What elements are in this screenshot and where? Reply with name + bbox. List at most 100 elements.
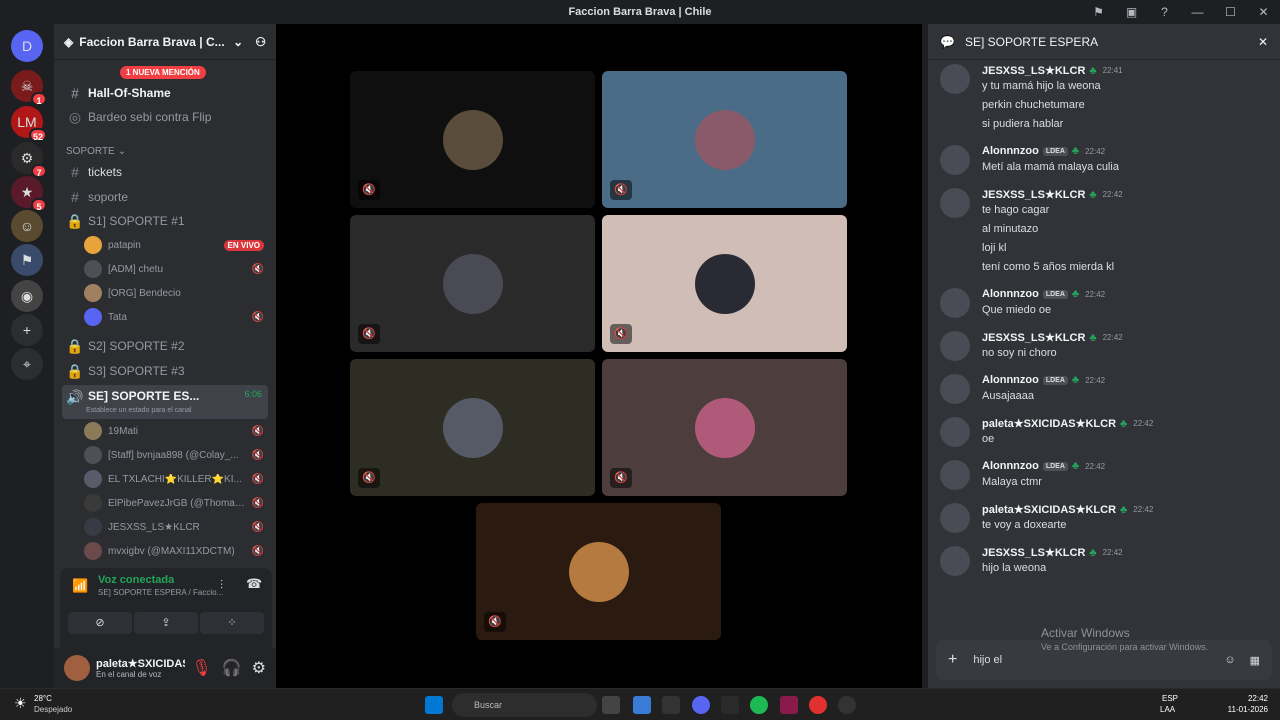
add-attachment-icon[interactable]: +: [948, 651, 957, 669]
message-author[interactable]: paleta★SXICIDAS★KLCR: [982, 503, 1116, 516]
help-icon[interactable]: ?: [1148, 5, 1181, 19]
avatar[interactable]: [64, 655, 90, 681]
camera-button[interactable]: ⊘: [68, 612, 132, 634]
avatar[interactable]: [940, 64, 970, 94]
voice-channel-label[interactable]: SE] SOPORTE ESPERA / Faccio...: [98, 588, 223, 597]
server-icon[interactable]: ⚙ 7: [11, 142, 47, 178]
activities-button[interactable]: ⁘: [200, 612, 264, 634]
server-icon[interactable]: ☺: [11, 210, 43, 242]
channel-soporte-1[interactable]: 🔒 S1] SOPORTE #1: [62, 210, 268, 232]
app-icon[interactable]: [662, 696, 680, 714]
screen-share-button[interactable]: ⇪: [134, 612, 198, 634]
server-icon[interactable]: ☠ 1: [11, 70, 47, 106]
weather-icon[interactable]: ☀: [14, 695, 27, 712]
screen-icon[interactable]: ▣: [1115, 5, 1148, 19]
avatar[interactable]: [940, 145, 970, 175]
channel-tickets[interactable]: # tickets: [62, 161, 268, 183]
participant-tile[interactable]: 🔇: [350, 215, 595, 352]
avatar[interactable]: [940, 331, 970, 361]
participant-tile[interactable]: 🔇: [602, 71, 847, 208]
home-icon[interactable]: D: [11, 30, 43, 62]
message-author[interactable]: JESXSS_LS★KLCR: [982, 64, 1085, 77]
server-header[interactable]: ◈ Faccion Barra Brava | C... ⌄ ⚇: [54, 24, 276, 60]
clan-tag[interactable]: LDEA: [1042, 146, 1068, 156]
add-member-icon[interactable]: ⚇: [255, 35, 266, 49]
voice-user[interactable]: EL TXLACHI⭐KILLER⭐KI... 🔇: [84, 468, 264, 490]
windows-start-icon[interactable]: [425, 696, 443, 714]
channel-soporte-3[interactable]: 🔒 S3] SOPORTE #3: [62, 360, 268, 382]
message-author[interactable]: JESXSS_LS★KLCR: [982, 546, 1085, 559]
inbox-icon[interactable]: ⚑: [1082, 5, 1115, 19]
discover-icon[interactable]: ⌖: [11, 348, 43, 380]
avatar[interactable]: [940, 503, 970, 533]
app-icon[interactable]: [780, 696, 798, 714]
spotify-icon[interactable]: [750, 696, 768, 714]
close-icon[interactable]: ✕: [1258, 35, 1268, 49]
language-indicator[interactable]: ESP: [1162, 694, 1178, 703]
weather-temp[interactable]: 28°C: [34, 694, 52, 703]
signal-icon[interactable]: 📶: [72, 578, 88, 594]
message-input[interactable]: hijo el: [973, 654, 1224, 666]
clock-date[interactable]: 11-01-2026: [1228, 705, 1268, 714]
clan-tag[interactable]: LDEA: [1042, 289, 1068, 299]
avatar[interactable]: [940, 460, 970, 490]
clan-tag[interactable]: LDEA: [1042, 375, 1068, 385]
disconnect-icon[interactable]: ☎: [246, 576, 262, 592]
discord-icon[interactable]: [692, 696, 710, 714]
participant-tile[interactable]: 🔇: [350, 71, 595, 208]
new-mention-badge[interactable]: 1 NUEVA MENCIÓN: [120, 66, 206, 79]
gear-icon[interactable]: ⚙: [252, 658, 266, 678]
noise-icon[interactable]: ⫶: [220, 578, 223, 593]
gif-icon[interactable]: ▦: [1250, 654, 1260, 667]
participant-tile[interactable]: 🔇: [602, 359, 847, 496]
task-view-icon[interactable]: [602, 696, 620, 714]
minimize-button[interactable]: —: [1181, 5, 1214, 19]
weather-desc[interactable]: Despejado: [34, 705, 72, 714]
message-author[interactable]: JESXSS_LS★KLCR: [982, 331, 1085, 344]
voice-user[interactable]: ElPibePavezJrGB (@Thomas... 🔇: [84, 492, 264, 514]
channel-soporte-2[interactable]: 🔒 S2] SOPORTE #2: [62, 335, 268, 357]
message-author[interactable]: Alonnnzoo: [982, 145, 1039, 157]
voice-user[interactable]: [ORG] Bendecio: [84, 282, 264, 304]
channel-soporte-espera[interactable]: 🔊 SE] SOPORTE ES... 6:06 Establece un esta…: [62, 385, 268, 419]
chevron-down-icon[interactable]: ⌄: [233, 35, 243, 49]
voice-user[interactable]: patapin EN VIVO: [84, 234, 264, 256]
voice-user[interactable]: [ADM] chetu 🔇: [84, 258, 264, 280]
channel-hall-of-shame[interactable]: # Hall-Of-Shame: [62, 82, 268, 104]
emoji-icon[interactable]: ☺: [1224, 654, 1235, 666]
message-author[interactable]: Alonnnzoo: [982, 460, 1039, 472]
app-icon[interactable]: [633, 696, 651, 714]
message-author[interactable]: Alonnnzoo: [982, 288, 1039, 300]
message-author[interactable]: paleta★SXICIDAS★KLCR: [982, 417, 1116, 430]
avatar[interactable]: [940, 188, 970, 218]
taskbar-search[interactable]: Buscar: [452, 693, 597, 717]
message-author[interactable]: Alonnnzoo: [982, 374, 1039, 386]
category-soporte[interactable]: SOPORTE ⌄: [62, 140, 268, 162]
clan-tag[interactable]: LDEA: [1042, 461, 1068, 471]
avatar[interactable]: [940, 417, 970, 447]
app-icon[interactable]: [838, 696, 856, 714]
voice-user[interactable]: Tata 🔇: [84, 306, 264, 328]
mic-muted-icon[interactable]: 🎙: [191, 658, 211, 678]
voice-user[interactable]: JESXSS_LS★KLCR 🔇: [84, 516, 264, 538]
avatar[interactable]: [940, 546, 970, 576]
opera-icon[interactable]: [809, 696, 827, 714]
epic-icon[interactable]: [721, 696, 739, 714]
add-server-icon[interactable]: +: [11, 314, 43, 346]
server-icon[interactable]: LM 52: [11, 106, 47, 142]
close-button[interactable]: ✕: [1247, 5, 1280, 19]
participant-tile[interactable]: 🔇: [602, 215, 847, 352]
channel-status[interactable]: Establece un estado para el canal: [86, 407, 191, 414]
voice-user[interactable]: [Staff] bvnjaa898 (@Colay_... 🔇: [84, 444, 264, 466]
server-icon[interactable]: ◉: [11, 280, 43, 312]
channel-bardeo[interactable]: ◎ Bardeo sebi contra Flip: [62, 106, 268, 128]
message-author[interactable]: JESXSS_LS★KLCR: [982, 188, 1085, 201]
server-icon[interactable]: ⚑: [11, 244, 43, 276]
participant-tile[interactable]: 🔇: [350, 359, 595, 496]
voice-user[interactable]: 19Mati 🔇: [84, 420, 264, 442]
server-icon[interactable]: ★ 5: [11, 176, 47, 212]
participant-tile[interactable]: 🔇: [476, 503, 721, 640]
voice-user[interactable]: mvxigbv (@MAXI11XDCTM) 🔇: [84, 540, 264, 562]
avatar[interactable]: [940, 374, 970, 404]
maximize-button[interactable]: ☐: [1214, 5, 1247, 19]
